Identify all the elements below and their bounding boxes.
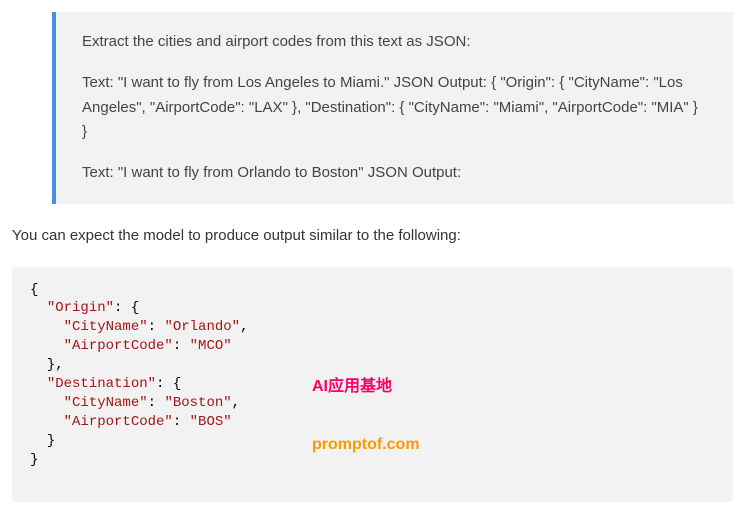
code-line: }: [30, 433, 55, 449]
code-line: {: [30, 282, 38, 298]
prompt-example-box: Extract the cities and airport codes fro…: [52, 12, 733, 204]
json-key: "Destination": [47, 376, 156, 392]
watermark: AI应用基地 promptof.com: [312, 339, 420, 493]
json-key: "CityName": [64, 395, 148, 411]
json-value: "MCO": [190, 338, 232, 354]
json-output-code: { "Origin": { "CityName": "Orlando", "Ai…: [12, 267, 733, 503]
code-punct: : {: [156, 376, 181, 392]
json-value: "BOS": [190, 414, 232, 430]
code-punct: :: [173, 338, 190, 354]
json-value: "Boston": [164, 395, 231, 411]
lead-text: You can expect the model to produce outp…: [12, 224, 733, 249]
code-indent: [30, 376, 47, 392]
code-punct: ,: [240, 319, 248, 335]
code-punct: :: [148, 319, 165, 335]
code-line: }: [30, 452, 38, 468]
json-key: "CityName": [64, 319, 148, 335]
json-value: "Orlando": [164, 319, 240, 335]
code-indent: [30, 338, 64, 354]
code-indent: [30, 395, 64, 411]
prompt-body: Text: "I want to fly from Los Angeles to…: [82, 71, 707, 145]
code-indent: [30, 319, 64, 335]
prompt-footer: Text: "I want to fly from Orlando to Bos…: [82, 161, 707, 186]
code-punct: : {: [114, 300, 139, 316]
code-indent: [30, 414, 64, 430]
watermark-line-2: promptof.com: [312, 435, 420, 454]
code-punct: :: [173, 414, 190, 430]
json-key: "AirportCode": [64, 414, 173, 430]
code-punct: ,: [232, 395, 240, 411]
code-line: },: [30, 357, 64, 373]
json-key: "Origin": [47, 300, 114, 316]
json-key: "AirportCode": [64, 338, 173, 354]
prompt-title: Extract the cities and airport codes fro…: [82, 30, 707, 55]
watermark-line-1: AI应用基地: [312, 377, 420, 396]
code-punct: :: [148, 395, 165, 411]
code-indent: [30, 300, 47, 316]
